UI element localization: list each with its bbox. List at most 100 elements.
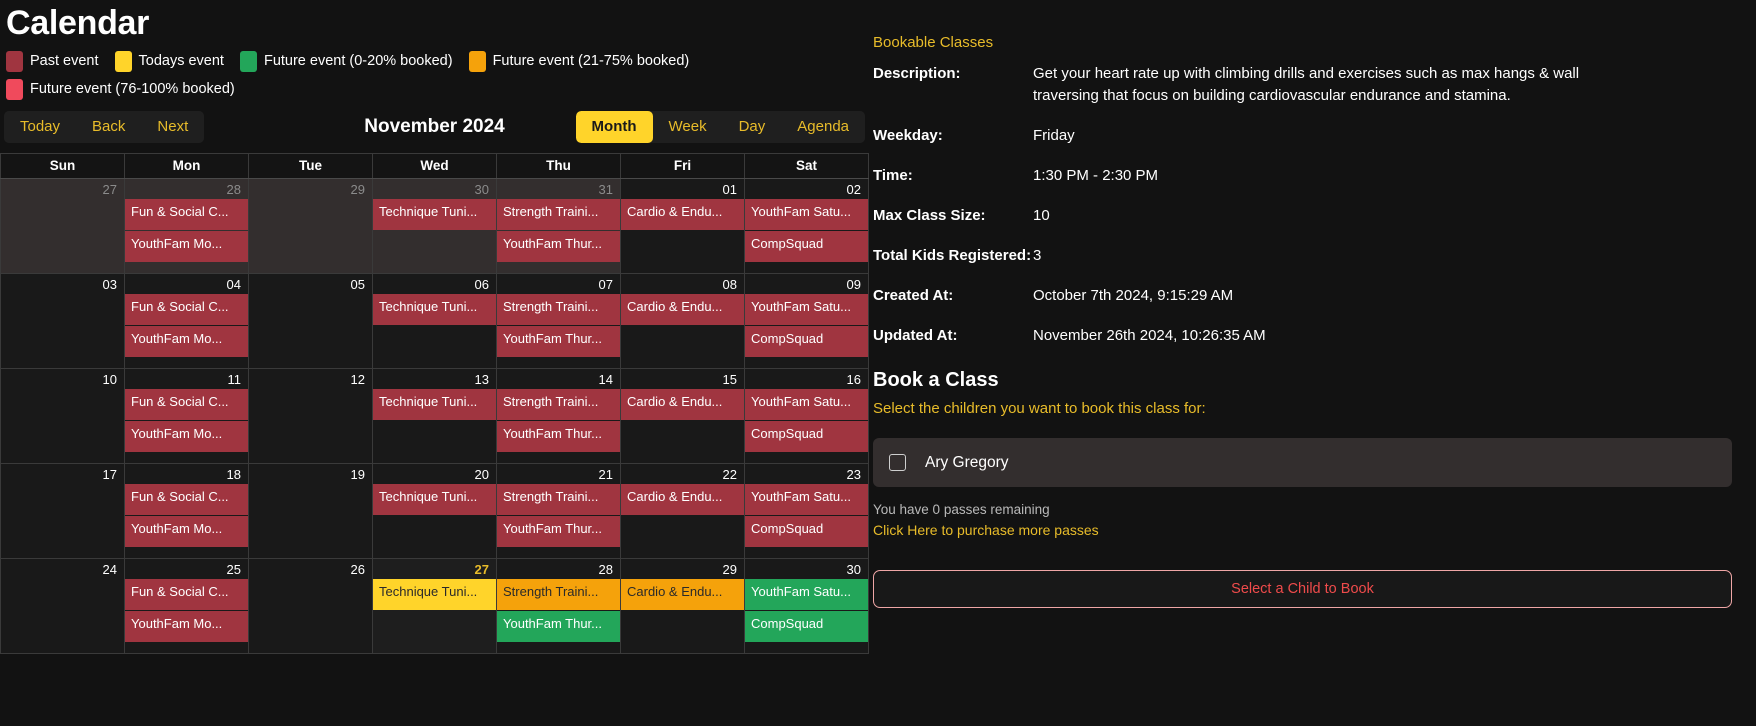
day-cell-19[interactable]: 19 [249, 464, 373, 558]
day-cell-29[interactable]: 29 [249, 179, 373, 273]
day-cell-21[interactable]: 21 Strength Traini... YouthFam Thur... [497, 464, 621, 558]
calendar-event[interactable]: CompSquad [745, 516, 868, 547]
calendar-event[interactable]: Cardio & Endu... [621, 294, 744, 325]
calendar-event[interactable]: YouthFam Thur... [497, 231, 620, 262]
legend-label: Future event (0-20% booked) [263, 53, 453, 69]
calendar-event[interactable]: Fun & Social C... [125, 389, 248, 420]
day-cell-23[interactable]: 23 YouthFam Satu... CompSquad [745, 464, 869, 558]
calendar-event[interactable]: CompSquad [745, 611, 868, 642]
calendar-event[interactable]: Strength Traini... [497, 294, 620, 325]
day-cell-14[interactable]: 14 Strength Traini... YouthFam Thur... [497, 369, 621, 463]
day-number: 01 [722, 182, 737, 197]
child-checkbox[interactable] [889, 454, 906, 471]
children-list: Ary Gregory [873, 438, 1732, 487]
calendar-event[interactable]: YouthFam Mo... [125, 516, 248, 547]
calendar-event[interactable]: YouthFam Mo... [125, 326, 248, 357]
day-cell-11[interactable]: 11 Fun & Social C... YouthFam Mo... [125, 369, 249, 463]
calendar-event[interactable]: YouthFam Satu... [745, 389, 868, 420]
calendar-event[interactable]: YouthFam Mo... [125, 611, 248, 642]
calendar-event[interactable]: CompSquad [745, 326, 868, 357]
calendar-event[interactable]: Cardio & Endu... [621, 199, 744, 230]
calendar-event[interactable]: Strength Traini... [497, 579, 620, 610]
calendar-event[interactable]: YouthFam Thur... [497, 611, 620, 642]
day-cell-01[interactable]: 01 Cardio & Endu... [621, 179, 745, 273]
calendar-event[interactable]: Strength Traini... [497, 389, 620, 420]
calendar-event[interactable]: Technique Tuni... [373, 389, 496, 420]
calendar-event[interactable]: Strength Traini... [497, 199, 620, 230]
view-button-week[interactable]: Week [652, 111, 723, 143]
day-cell-28[interactable]: 28 Fun & Social C... YouthFam Mo... [125, 179, 249, 273]
purchase-passes-link[interactable]: Click Here to purchase more passes [873, 522, 1099, 538]
calendar-event[interactable]: Strength Traini... [497, 484, 620, 515]
calendar-event[interactable]: Cardio & Endu... [621, 579, 744, 610]
day-number: 25 [226, 562, 241, 577]
day-number: 22 [722, 467, 737, 482]
day-cell-24[interactable]: 24 [0, 559, 125, 653]
calendar-event[interactable]: YouthFam Satu... [745, 294, 868, 325]
day-cell-03[interactable]: 03 [0, 274, 125, 368]
day-number: 03 [102, 277, 117, 292]
view-button-agenda[interactable]: Agenda [781, 111, 865, 143]
day-cell-18[interactable]: 18 Fun & Social C... YouthFam Mo... [125, 464, 249, 558]
day-cell-22[interactable]: 22 Cardio & Endu... [621, 464, 745, 558]
day-cell-17[interactable]: 17 [0, 464, 125, 558]
day-cell-30[interactable]: 30 YouthFam Satu... CompSquad [745, 559, 869, 653]
calendar-event[interactable]: CompSquad [745, 231, 868, 262]
day-cell-15[interactable]: 15 Cardio & Endu... [621, 369, 745, 463]
day-cell-02[interactable]: 02 YouthFam Satu... CompSquad [745, 179, 869, 273]
day-cell-30[interactable]: 30 Technique Tuni... [373, 179, 497, 273]
view-button-day[interactable]: Day [722, 111, 782, 143]
calendar-event[interactable]: Fun & Social C... [125, 484, 248, 515]
day-number: 13 [474, 372, 489, 387]
day-cell-10[interactable]: 10 [0, 369, 125, 463]
day-number: 09 [846, 277, 861, 292]
nav-button-next[interactable]: Next [141, 111, 205, 143]
calendar-event[interactable]: YouthFam Thur... [497, 326, 620, 357]
day-cell-29[interactable]: 29 Cardio & Endu... [621, 559, 745, 653]
day-cell-16[interactable]: 16 YouthFam Satu... CompSquad [745, 369, 869, 463]
nav-button-back[interactable]: Back [76, 111, 142, 143]
day-cell-27[interactable]: 27 [0, 179, 125, 273]
calendar-event[interactable]: Fun & Social C... [125, 294, 248, 325]
legend-swatch-icon [468, 50, 486, 72]
calendar-event[interactable]: YouthFam Satu... [745, 579, 868, 610]
legend-label: Todays event [138, 53, 224, 69]
day-cell-31[interactable]: 31 Strength Traini... YouthFam Thur... [497, 179, 621, 273]
day-cell-27[interactable]: 27 Technique Tuni... [373, 559, 497, 653]
day-cell-05[interactable]: 05 [249, 274, 373, 368]
calendar-event[interactable]: YouthFam Satu... [745, 199, 868, 230]
child-select-row[interactable]: Ary Gregory [873, 438, 1732, 487]
day-cell-20[interactable]: 20 Technique Tuni... [373, 464, 497, 558]
calendar-event[interactable]: YouthFam Thur... [497, 421, 620, 452]
book-class-button[interactable]: Select a Child to Book [873, 570, 1732, 608]
calendar-event[interactable]: YouthFam Thur... [497, 516, 620, 547]
class-field-list: Description: Get your heart rate up with … [873, 63, 1732, 347]
calendar-event[interactable]: Technique Tuni... [373, 294, 496, 325]
day-cell-12[interactable]: 12 [249, 369, 373, 463]
day-cell-04[interactable]: 04 Fun & Social C... YouthFam Mo... [125, 274, 249, 368]
week-row: 10 11 Fun & Social C... YouthFam Mo... 12 13 T… [0, 369, 869, 464]
nav-button-today[interactable]: Today [4, 111, 77, 143]
calendar-event[interactable]: Technique Tuni... [373, 484, 496, 515]
bookable-classes-link[interactable]: Bookable Classes [873, 34, 993, 52]
calendar-event[interactable]: CompSquad [745, 421, 868, 452]
calendar-event[interactable]: Fun & Social C... [125, 199, 248, 230]
legend-swatch-icon [6, 78, 23, 100]
calendar-event[interactable]: Technique Tuni... [373, 199, 496, 230]
day-cell-13[interactable]: 13 Technique Tuni... [373, 369, 497, 463]
calendar-event[interactable]: Technique Tuni... [373, 579, 496, 610]
calendar-event[interactable]: YouthFam Satu... [745, 484, 868, 515]
calendar-event[interactable]: Cardio & Endu... [621, 484, 744, 515]
day-cell-09[interactable]: 09 YouthFam Satu... CompSquad [745, 274, 869, 368]
day-cell-07[interactable]: 07 Strength Traini... YouthFam Thur... [497, 274, 621, 368]
calendar-event[interactable]: Cardio & Endu... [621, 389, 744, 420]
day-cell-06[interactable]: 06 Technique Tuni... [373, 274, 497, 368]
calendar-event[interactable]: Fun & Social C... [125, 579, 248, 610]
calendar-event[interactable]: YouthFam Mo... [125, 421, 248, 452]
day-cell-25[interactable]: 25 Fun & Social C... YouthFam Mo... [125, 559, 249, 653]
view-button-month[interactable]: Month [575, 111, 653, 143]
day-cell-26[interactable]: 26 [249, 559, 373, 653]
calendar-event[interactable]: YouthFam Mo... [125, 231, 248, 262]
day-cell-28[interactable]: 28 Strength Traini... YouthFam Thur... [497, 559, 621, 653]
day-cell-08[interactable]: 08 Cardio & Endu... [621, 274, 745, 368]
